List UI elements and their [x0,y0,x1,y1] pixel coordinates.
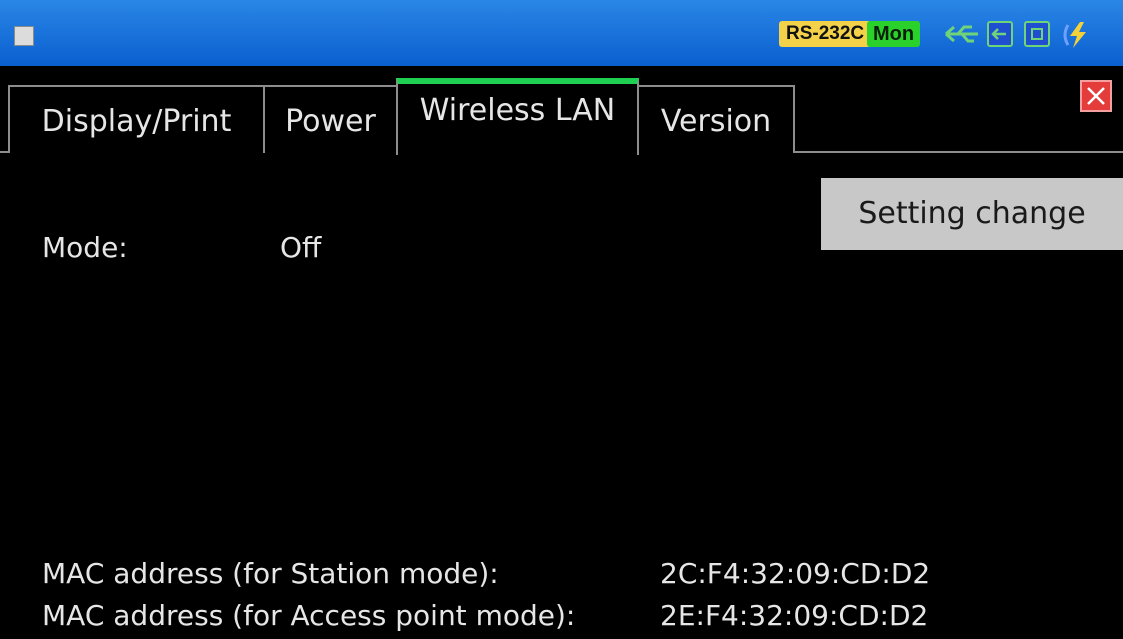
tab-power[interactable]: Power [263,85,398,153]
tab-display-print[interactable]: Display/Print [8,85,265,153]
mac-station-value: 2C:F4:32:09:CD:D2 [660,557,931,590]
device-screen: RS-232C Mon Display/Print Power Wireless… [0,0,1123,639]
mac-access-point-label: MAC address (for Access point mode): [42,599,576,632]
mode-label: Mode: [42,231,128,264]
interface-indicator: RS-232C [779,21,872,47]
status-bar: RS-232C Mon [0,0,1123,66]
tab-version[interactable]: Version [637,85,795,153]
close-button[interactable] [1080,80,1112,112]
tab-label: Display/Print [41,104,232,139]
tab-wireless-lan[interactable]: Wireless LAN [396,78,639,155]
memory-card-icon [1024,21,1050,47]
monitor-mode-indicator: Mon [867,21,921,47]
setting-change-button[interactable]: Setting change [821,178,1123,250]
menu-icon[interactable] [14,26,34,46]
tab-label: Power [285,104,376,139]
mac-station-label: MAC address (for Station mode): [42,557,499,590]
tab-label: Wireless LAN [419,93,616,128]
close-icon [1087,87,1105,105]
power-icon [1062,21,1092,53]
mac-access-point-value: 2E:F4:32:09:CD:D2 [660,599,929,632]
input-icon [987,21,1013,47]
mode-value: Off [280,231,322,264]
tab-label: Version [660,104,772,139]
usb-icon [944,21,982,51]
